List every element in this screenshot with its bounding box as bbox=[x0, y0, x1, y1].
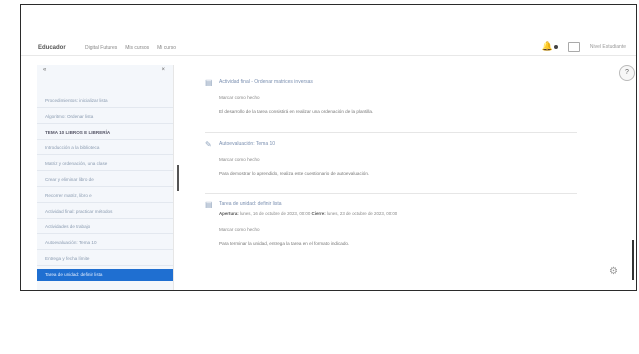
user-menu[interactable]: Nivel Estudiante bbox=[590, 44, 626, 50]
activity-card: ▤ Tarea de unidad: definir lista Apertur… bbox=[181, 187, 571, 267]
sidebar-header: « × bbox=[37, 65, 173, 79]
top-navbar: Educador Digital Futures Mis cursos Mi c… bbox=[21, 5, 636, 56]
nav-link-my-courses[interactable]: Mis cursos bbox=[125, 45, 149, 51]
nav-link-digital-futures[interactable]: Digital Futures bbox=[85, 45, 117, 51]
document-icon: ▤ bbox=[205, 78, 213, 87]
course-index-sidebar: « × Procedimientos: inicializar lista Alg… bbox=[37, 65, 179, 290]
mark-done-button[interactable]: Marcar como hecho bbox=[219, 157, 260, 162]
activity-title[interactable]: Actividad final - Ordenar matrices inver… bbox=[219, 79, 313, 85]
sidebar-item[interactable]: Crear y eliminar libro de bbox=[37, 174, 173, 187]
message-icon[interactable] bbox=[567, 41, 580, 52]
sidebar-item[interactable]: Recorrer matriz, libro e bbox=[37, 190, 173, 203]
mark-done-button[interactable]: Marcar como hecho bbox=[219, 95, 260, 100]
sidebar-item[interactable]: TEMA 10 LIBROS E LIBRERÍA bbox=[37, 127, 173, 140]
sidebar-item[interactable]: Algoritmo: Ordenar lista bbox=[37, 111, 173, 124]
due-date-label: Cierre: bbox=[311, 211, 326, 216]
bell-icon[interactable]: 🔔 bbox=[542, 41, 558, 52]
due-date-value: lunes, 23 de octubre de 2023, 00:00 bbox=[326, 211, 398, 216]
sidebar-item[interactable]: Matriz y ordenación, una clase bbox=[37, 158, 173, 172]
top-right-controls: 🔔 Nivel Estudiante bbox=[542, 41, 626, 52]
sidebar-scrollbar[interactable] bbox=[177, 165, 179, 191]
nav-link-my-course[interactable]: Mi curso bbox=[157, 45, 176, 51]
activity-dates: Apertura: lunes, 16 de octubre de 2023, … bbox=[219, 211, 397, 216]
sidebar-item[interactable]: Introducción a la biblioteca bbox=[37, 142, 173, 156]
help-button[interactable]: ? bbox=[619, 65, 635, 81]
assignment-icon: ▤ bbox=[205, 200, 213, 209]
open-date-value: lunes, 16 de octubre de 2023, 00:00 bbox=[240, 211, 311, 216]
activity-card: ▤ Actividad final - Ordenar matrices inv… bbox=[181, 65, 571, 125]
sidebar-list: Procedimientos: inicializar lista Algorit… bbox=[37, 95, 173, 284]
main-scrollbar[interactable] bbox=[632, 240, 634, 280]
sidebar-item[interactable]: Procedimientos: inicializar lista bbox=[37, 95, 173, 108]
sidebar-item[interactable]: Tarea de unidad: definir lista bbox=[37, 268, 173, 281]
breadcrumb: Digital Futures Mis cursos Mi curso bbox=[85, 45, 176, 51]
gear-icon[interactable]: ⚙ bbox=[609, 267, 619, 277]
activity-description: Para terminar la unidad, entrega la tare… bbox=[219, 241, 350, 246]
collapse-sidebar-button[interactable]: « bbox=[43, 67, 46, 73]
app-window: Educador Digital Futures Mis cursos Mi c… bbox=[20, 4, 637, 291]
activity-card: ✎ Autoevaluación: Tema 10 Marcar como he… bbox=[181, 127, 571, 187]
activity-title[interactable]: Tarea de unidad: definir lista bbox=[219, 201, 282, 207]
activity-title[interactable]: Autoevaluación: Tema 10 bbox=[219, 141, 275, 147]
sidebar-item[interactable]: Actividades de trabajo bbox=[37, 221, 173, 235]
close-sidebar-button[interactable]: × bbox=[161, 67, 165, 73]
sidebar-item[interactable]: Autoevaluación: Tema 10 bbox=[37, 237, 173, 251]
sidebar-item[interactable]: Entrega y fecha límite bbox=[37, 253, 173, 266]
brand-logo[interactable]: Educador bbox=[38, 45, 66, 51]
sidebar-item[interactable]: Actividad final: practicar métodos bbox=[37, 206, 173, 219]
activity-description: El desarrollo de la tarea consistirá en … bbox=[219, 109, 374, 114]
mark-done-button[interactable]: Marcar como hecho bbox=[219, 227, 260, 232]
activity-description: Para demostrar lo aprendido, realiza est… bbox=[219, 171, 370, 176]
course-content: ▤ Actividad final - Ordenar matrices inv… bbox=[181, 65, 626, 290]
notification-dot bbox=[553, 44, 558, 49]
open-date-label: Apertura: bbox=[219, 211, 239, 216]
pencil-icon: ✎ bbox=[205, 140, 212, 149]
